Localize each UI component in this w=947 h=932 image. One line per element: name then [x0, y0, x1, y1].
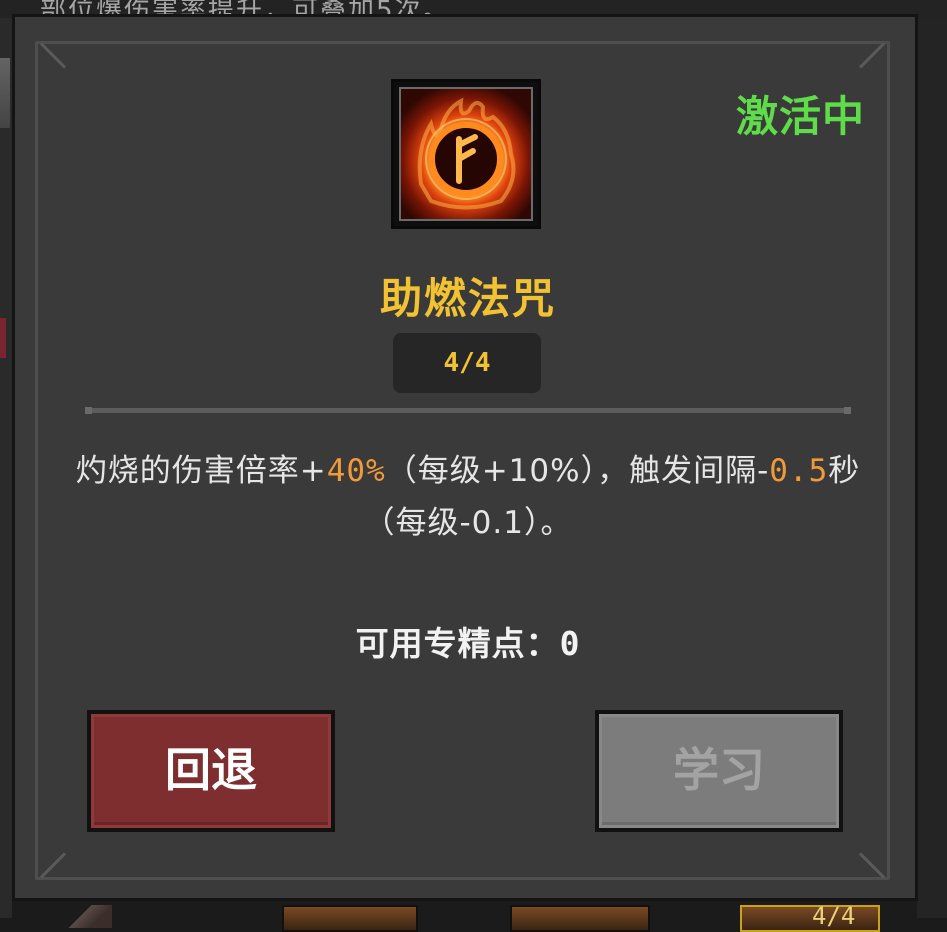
background-right-panel	[917, 18, 947, 918]
fire-rune-icon	[399, 87, 533, 221]
available-points: 可用专精点：0	[15, 617, 921, 665]
background-left-marker	[0, 318, 6, 358]
interval-reduction-value: 0.5	[769, 453, 829, 489]
skill-detail-dialog: 激活中 助燃法咒 4/4 灼烧的伤害倍率+40%（每级+10%），触发间隔-0.…	[12, 14, 918, 901]
points-value: 0	[559, 624, 581, 663]
frame-corner-ornament	[36, 853, 62, 879]
frame-corner-ornament	[863, 853, 889, 879]
skill-name: 助燃法咒	[379, 274, 556, 323]
frame-corner-ornament	[36, 42, 62, 68]
active-status-label: 激活中	[735, 92, 865, 141]
frame-corner-ornament	[863, 42, 889, 68]
background-level-badge: 4/4	[812, 902, 856, 930]
skill-icon-frame	[391, 79, 541, 229]
back-button[interactable]: 回退	[87, 710, 335, 832]
background-bottom-shard	[62, 905, 112, 928]
skill-description: 灼烧的伤害倍率+40%（每级+10%），触发间隔-0.5秒（每级-0.1）。	[75, 445, 861, 549]
description-text: （每级+10%），触发间隔-	[385, 453, 770, 489]
damage-bonus-value: 40%	[326, 453, 386, 489]
description-text: 灼烧的伤害倍率+	[75, 453, 327, 489]
learn-button[interactable]: 学习	[595, 710, 843, 832]
skill-level-badge: 4/4	[393, 333, 541, 393]
points-label: 可用专精点：	[355, 624, 560, 663]
background-left-glyph	[0, 58, 10, 128]
section-divider	[85, 407, 851, 414]
background-left-panel	[0, 18, 12, 918]
